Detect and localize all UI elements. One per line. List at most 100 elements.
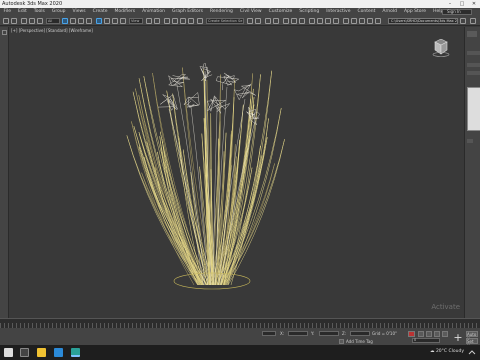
menu-item-modifiers[interactable]: Modifiers <box>111 8 139 16</box>
y-coordinate-field[interactable] <box>319 331 339 336</box>
title-bar: Autodesk 3ds Max 2020 – □ ✕ <box>0 0 480 8</box>
select-manipulate-icon[interactable] <box>154 18 160 24</box>
close-button[interactable]: ✕ <box>468 0 480 8</box>
play-icon[interactable] <box>434 331 440 337</box>
menu-item-civil-view[interactable]: Civil View <box>236 8 265 16</box>
start-menu-icon[interactable] <box>4 348 13 357</box>
toggle-scene-explorer-icon[interactable] <box>265 18 271 24</box>
ornamental-grass-model[interactable] <box>117 63 307 303</box>
link-icon[interactable] <box>21 18 27 24</box>
x-coordinate-field[interactable] <box>288 331 308 336</box>
search-icon[interactable] <box>20 348 29 357</box>
auto-key-icon[interactable] <box>408 331 415 337</box>
render-setup-icon[interactable] <box>317 18 323 24</box>
window-controls: – □ ✕ <box>444 0 480 8</box>
pivot-center-icon[interactable] <box>146 18 152 24</box>
rectangular-selection-icon[interactable] <box>78 18 84 24</box>
z-coordinate-field[interactable] <box>350 331 370 336</box>
open-autodesk-icon[interactable] <box>367 18 373 24</box>
material-editor-icon[interactable] <box>309 18 315 24</box>
select-object-icon[interactable] <box>62 18 68 24</box>
timeline[interactable] <box>0 318 480 329</box>
app-icon[interactable] <box>54 348 63 357</box>
placement-icon[interactable] <box>120 18 126 24</box>
schematic-view-icon[interactable] <box>299 18 305 24</box>
rollout-header[interactable] <box>467 63 480 67</box>
add-viewport-icon[interactable]: + <box>452 332 464 344</box>
render-online-icon[interactable] <box>359 18 365 24</box>
curve-editor-icon[interactable] <box>291 18 297 24</box>
next-frame-icon[interactable] <box>442 331 448 337</box>
pin-stack-icon[interactable] <box>467 139 473 143</box>
3ds-max-taskbar-icon[interactable] <box>71 348 80 357</box>
current-frame-field[interactable]: 0 <box>412 338 440 343</box>
activeshade-icon[interactable] <box>351 18 357 24</box>
selection-filter-dropdown[interactable]: All <box>46 18 60 24</box>
unlink-icon[interactable] <box>29 18 35 24</box>
rollout-header[interactable] <box>467 71 480 75</box>
menu-item-file[interactable]: File <box>0 8 15 16</box>
rotate-icon[interactable] <box>104 18 110 24</box>
menu-item-content[interactable]: Content <box>354 8 379 16</box>
window-crossing-icon[interactable] <box>86 18 92 24</box>
select-by-name-icon[interactable] <box>70 18 76 24</box>
previous-frame-icon[interactable] <box>426 331 432 337</box>
chevron-up-icon[interactable] <box>466 348 478 357</box>
menu-item-scripting[interactable]: Scripting <box>296 8 323 16</box>
menu-item-group[interactable]: Group <box>48 8 69 16</box>
render-production-icon[interactable] <box>333 18 339 24</box>
time-tag-icon[interactable] <box>339 339 344 344</box>
workspace-icon[interactable] <box>375 18 381 24</box>
reference-coordinate-dropdown[interactable]: View <box>129 18 143 24</box>
scale-icon[interactable] <box>112 18 118 24</box>
rendered-frame-window-icon[interactable] <box>325 18 331 24</box>
menu-item-tools[interactable]: Tools <box>30 8 48 16</box>
render-iteration-icon[interactable] <box>343 18 349 24</box>
percent-snap-icon[interactable] <box>180 18 186 24</box>
menu-item-edit[interactable]: Edit <box>15 8 31 16</box>
create-tab-icon[interactable] <box>467 31 477 37</box>
bind-spacewarp-icon[interactable] <box>37 18 43 24</box>
named-selection-set-dropdown[interactable]: Create Selection Se <box>206 18 244 24</box>
weather-widget[interactable]: ☁ 20°C Cloudy <box>430 349 464 354</box>
edit-named-selection-icon[interactable] <box>197 18 203 24</box>
viewport-label[interactable]: [+] [Perspective] [Standard] [Wireframe] <box>11 28 93 33</box>
align-icon[interactable] <box>255 18 261 24</box>
file-explorer-icon[interactable] <box>37 348 46 357</box>
workspace-dropdown-icon[interactable] <box>470 18 476 24</box>
undo-icon[interactable] <box>3 18 9 24</box>
perspective-viewport[interactable]: [+] [Perspective] [Standard] [Wireframe]… <box>9 27 464 318</box>
toggle-ribbon-icon[interactable] <box>283 18 289 24</box>
project-path-field[interactable]: C:\Users\SRHD\Documents\3ds Max 2020 <box>388 18 458 24</box>
angle-snap-icon[interactable] <box>172 18 178 24</box>
auto-key-button[interactable]: Auto Key <box>466 331 478 342</box>
house-cube-icon[interactable] <box>432 39 450 57</box>
modifier-stack-list[interactable] <box>467 87 480 131</box>
menu-item-create[interactable]: Create <box>89 8 111 16</box>
menu-item-interactive[interactable]: Interactive <box>323 8 354 16</box>
menu-item-animation[interactable]: Animation <box>139 8 169 16</box>
menu-item-rendering[interactable]: Rendering <box>206 8 236 16</box>
menu-item-customize[interactable]: Customize <box>265 8 296 16</box>
menu-item-views[interactable]: Views <box>69 8 89 16</box>
snap-toggle-icon[interactable] <box>164 18 170 24</box>
minimize-button[interactable]: – <box>444 0 456 8</box>
add-time-tag-button[interactable]: Add Time Tag <box>346 339 373 344</box>
set-key-button[interactable]: Set Key <box>466 338 478 349</box>
project-folder-icon[interactable] <box>460 18 466 24</box>
move-icon[interactable] <box>96 18 102 24</box>
maximize-button[interactable]: □ <box>456 0 468 8</box>
viewport-layout-icon[interactable] <box>2 30 7 35</box>
sign-in-button[interactable]: Sign In <box>442 9 472 15</box>
mirror-icon[interactable] <box>247 18 253 24</box>
lock-selection-field[interactable] <box>262 331 276 336</box>
modifier-list-dropdown[interactable] <box>467 51 480 55</box>
redo-icon[interactable] <box>11 18 17 24</box>
go-to-start-icon[interactable] <box>418 331 424 337</box>
command-panel <box>464 27 480 320</box>
spinner-snap-icon[interactable] <box>188 18 194 24</box>
layer-explorer-icon[interactable] <box>273 18 279 24</box>
menu-item-graph-editors[interactable]: Graph Editors <box>169 8 207 16</box>
menu-item-app-store[interactable]: App Store <box>400 8 429 16</box>
menu-item-arnold[interactable]: Arnold <box>379 8 401 16</box>
